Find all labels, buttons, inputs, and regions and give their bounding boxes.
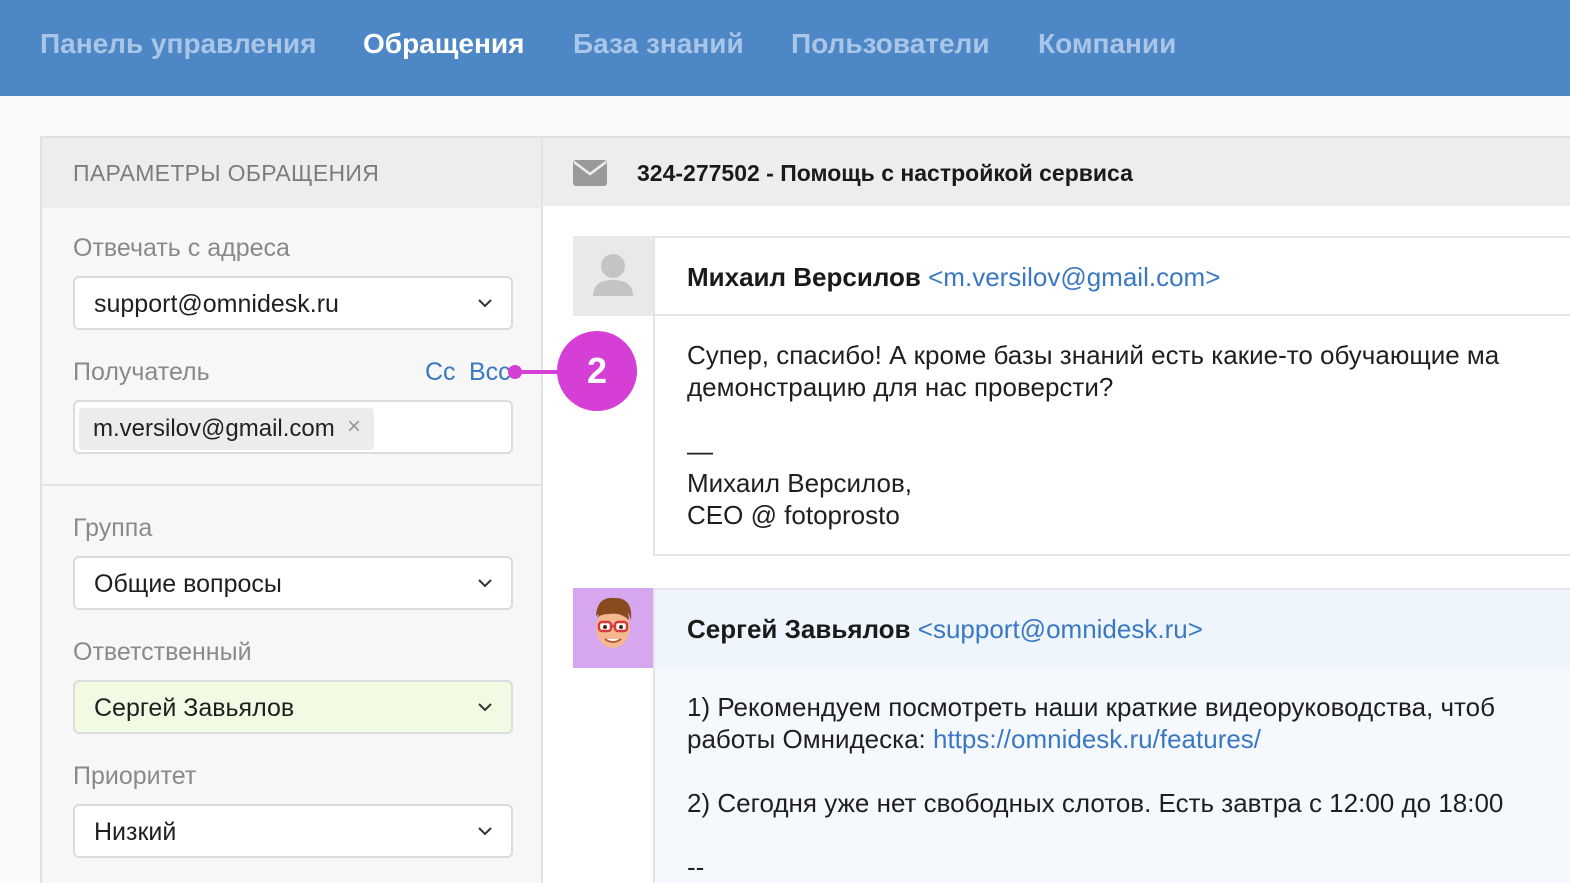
ticket-header: 324-277502 - Помощь с настройкой сервиса [543, 136, 1570, 206]
reply-from-value: support@omnidesk.ru [94, 290, 339, 318]
cc-link[interactable]: Cc [425, 358, 456, 387]
envelope-icon [573, 160, 607, 186]
reply-from-label: Отвечать с адреса [73, 234, 290, 262]
top-nav: Панель управления Обращения База знаний … [0, 0, 1570, 96]
chevron-down-icon [478, 827, 492, 836]
nav-users[interactable]: Пользователи [791, 28, 990, 60]
nav-dashboard[interactable]: Панель управления [40, 28, 316, 60]
message-header: Сергей Завьялов <support@omnidesk.ru> [653, 588, 1570, 668]
recipient-label: Получатель [73, 358, 210, 386]
message-line: работы Омнидеска: https://omnidesk.ru/fe… [687, 724, 1261, 755]
ticket-title: 324-277502 - Помощь с настройкой сервиса [637, 160, 1133, 186]
features-link[interactable]: https://omnidesk.ru/features/ [933, 724, 1261, 754]
chevron-down-icon [478, 299, 492, 308]
group-value: Общие вопросы [94, 570, 282, 598]
chevron-down-icon [478, 579, 492, 588]
priority-value: Низкий [94, 818, 177, 846]
sender-name: Сергей Завьялов [687, 614, 911, 644]
remove-recipient-icon[interactable]: × [347, 413, 361, 441]
reply-from-select[interactable]: support@omnidesk.ru [73, 276, 513, 330]
nav-knowledge-base[interactable]: База знаний [573, 28, 744, 60]
recipient-tag-email: m.versilov@gmail.com [93, 415, 335, 442]
message-sender: Михаил Версилов <m.versilov@gmail.com> [687, 262, 1220, 293]
sender-email[interactable]: <m.versilov@gmail.com> [928, 262, 1220, 292]
callout-badge: 2 [557, 331, 637, 411]
group-select[interactable]: Общие вопросы [73, 556, 513, 610]
message-header: Михаил Версилов <m.versilov@gmail.com> [653, 236, 1570, 316]
message-line: 1) Рекомендуем посмотреть наши краткие в… [687, 692, 1495, 722]
nav-companies[interactable]: Компании [1038, 28, 1176, 60]
message-line: — [687, 436, 713, 466]
recipient-tag: m.versilov@gmail.com × [79, 408, 374, 450]
message-body: 1) Рекомендуем посмотреть наши краткие в… [653, 668, 1570, 883]
bcc-link[interactable]: Bcc [469, 358, 511, 387]
user-placeholder-icon [593, 254, 633, 296]
ticket-params-panel: ПАРАМЕТРЫ ОБРАЩЕНИЯ Отвечать с адреса su… [40, 136, 543, 883]
sender-email[interactable]: <support@omnidesk.ru> [918, 614, 1203, 644]
panel-header: ПАРАМЕТРЫ ОБРАЩЕНИЯ [42, 138, 541, 208]
group-label: Группа [73, 514, 153, 542]
memoji-avatar-icon [596, 597, 632, 648]
assignee-value: Сергей Завьялов [94, 694, 295, 722]
avatar [573, 588, 653, 668]
priority-select[interactable]: Низкий [73, 804, 513, 858]
callout-number: 2 [586, 350, 608, 391]
nav-tickets[interactable]: Обращения [363, 28, 524, 60]
chevron-down-icon [478, 703, 492, 712]
message-line: CEO @ fotoprosto [687, 500, 900, 530]
message-line: -- [687, 852, 705, 882]
message-line: 2) Сегодня уже нет свободных слотов. Ест… [687, 788, 1504, 818]
panel-title: ПАРАМЕТРЫ ОБРАЩЕНИЯ [73, 160, 380, 186]
message-line: Михаил Версилов, [687, 468, 913, 498]
message-line-text: работы Омнидеска: [687, 724, 933, 754]
sender-name: Михаил Версилов [687, 262, 921, 292]
assignee-label: Ответственный [73, 638, 252, 666]
message-line: Супер, спасибо! А кроме базы знаний есть… [687, 340, 1500, 370]
priority-label: Приоритет [73, 762, 197, 790]
avatar [573, 236, 653, 316]
message-sender: Сергей Завьялов <support@omnidesk.ru> [687, 614, 1203, 645]
callout-pointer-line [515, 370, 563, 374]
message-line: демонстрацию для нас проверсти? [687, 372, 1114, 402]
divider [42, 484, 541, 486]
callout-pointer-dot [508, 365, 522, 379]
assignee-select[interactable]: Сергей Завьялов [73, 680, 513, 734]
message-body: Супер, спасибо! А кроме базы знаний есть… [653, 316, 1570, 556]
